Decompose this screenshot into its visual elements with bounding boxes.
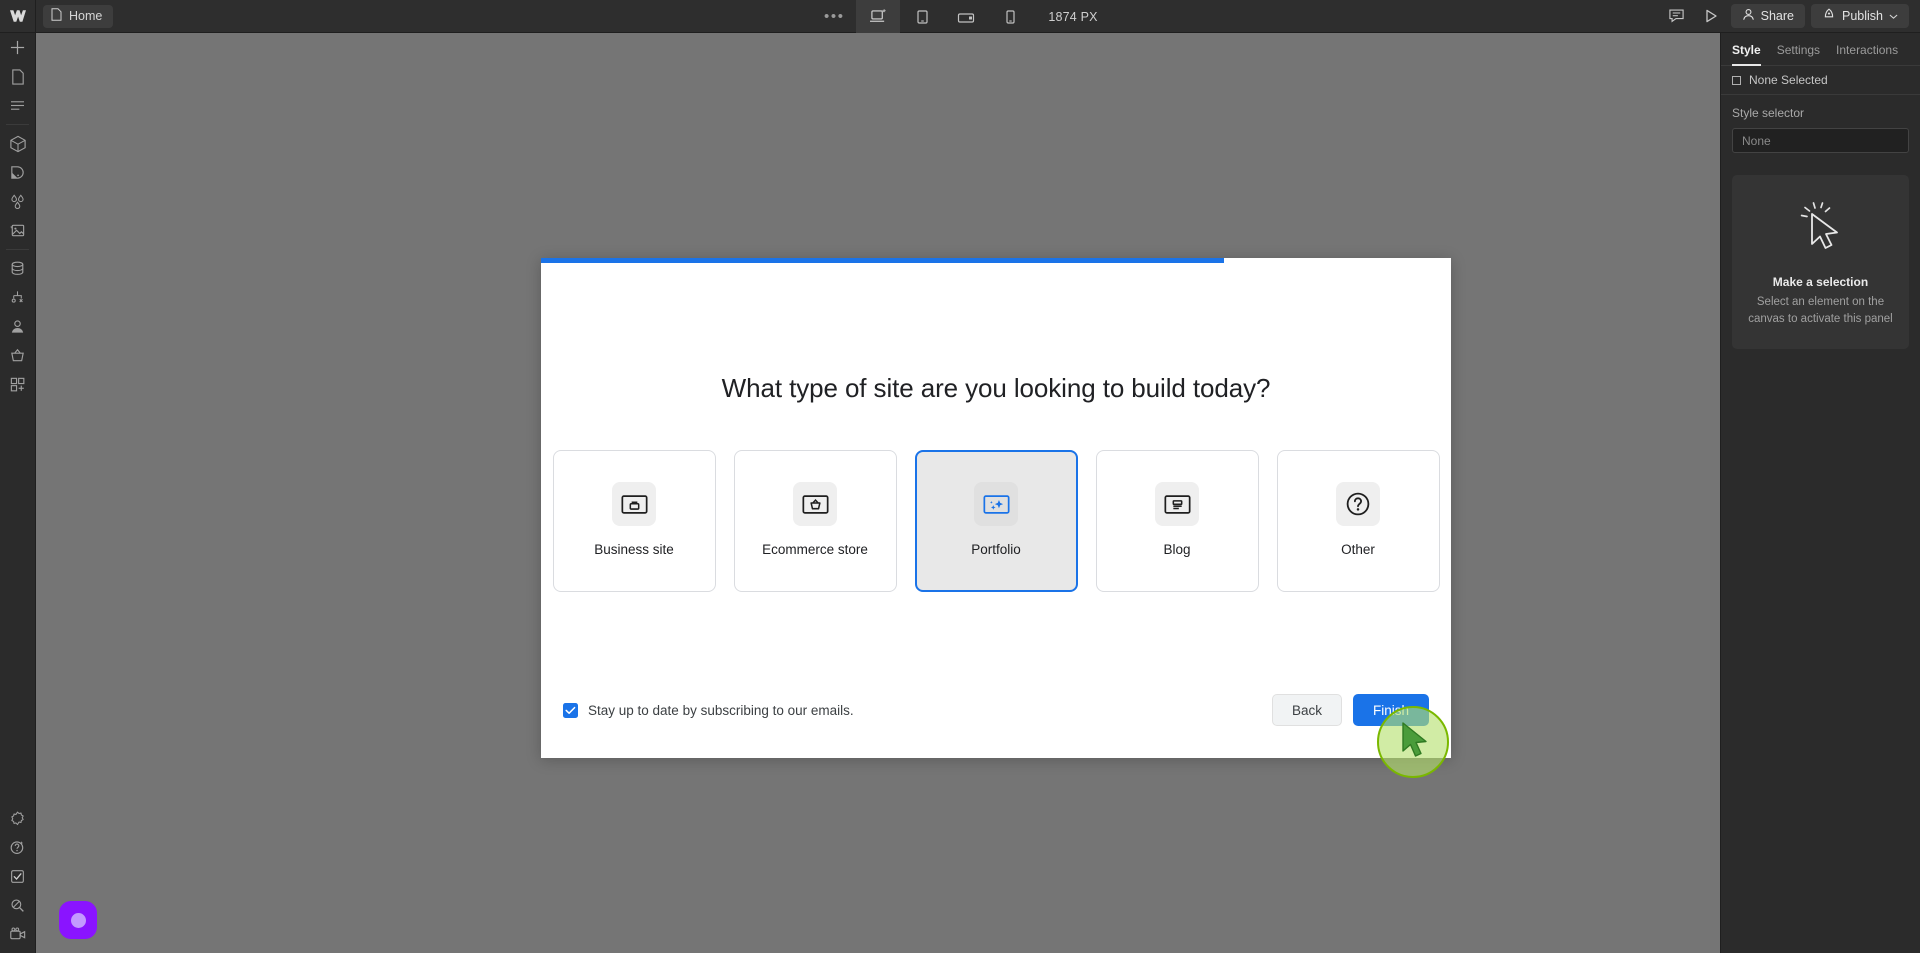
- tab-style[interactable]: Style: [1732, 43, 1761, 66]
- site-type-options: Business site Ecommerce store Portfolio …: [552, 450, 1440, 592]
- chevron-down-icon: [1889, 9, 1898, 23]
- modal-title: What type of site are you looking to bui…: [721, 373, 1271, 403]
- person-icon: [1742, 8, 1755, 24]
- sidebar-item-add-elements[interactable]: [0, 33, 35, 62]
- page-chip-container: Home: [36, 0, 114, 32]
- toolbar-center-group: ••• * 1874 PX: [0, 0, 1920, 33]
- selection-status-label: None Selected: [1749, 73, 1828, 87]
- article-window-icon: [1155, 482, 1199, 526]
- comment-icon[interactable]: [1663, 3, 1691, 29]
- tab-settings[interactable]: Settings: [1777, 43, 1820, 66]
- empty-state-panel: Make a selection Select an element on th…: [1732, 175, 1909, 350]
- modal-actions: Back Finish: [1271, 694, 1429, 726]
- tablet-icon[interactable]: [900, 0, 944, 33]
- style-selector-label: Style selector: [1732, 106, 1805, 120]
- empty-state-subtitle: Select an element on the canvas to activ…: [1748, 296, 1893, 325]
- site-type-modal: What type of site are you looking to bui…: [541, 258, 1451, 758]
- mobile-landscape-icon[interactable]: [944, 0, 988, 33]
- share-label: Share: [1760, 9, 1794, 23]
- page-chip-home[interactable]: Home: [43, 4, 114, 28]
- top-toolbar: Home ••• * 1874 PX Share Publish: [0, 0, 1920, 33]
- selection-status-row: None Selected: [1721, 66, 1920, 95]
- style-selector-input[interactable]: None: [1732, 128, 1909, 153]
- sidebar-item-ecommerce[interactable]: [0, 341, 35, 370]
- assistant-bubble-dot: [70, 912, 86, 928]
- sidebar-bottom-group: [0, 804, 35, 953]
- desktop-breakpoint-icon[interactable]: *: [856, 0, 901, 33]
- sidebar-item-logic[interactable]: [0, 283, 35, 312]
- play-preview-icon[interactable]: [1697, 3, 1725, 29]
- sidebar-item-assets[interactable]: [0, 216, 35, 245]
- sidebar-item-search[interactable]: [0, 891, 35, 920]
- option-card-ecommerce-store[interactable]: Ecommerce store: [733, 450, 897, 592]
- ellipsis-icon[interactable]: •••: [812, 0, 856, 33]
- sidebar-item-cms[interactable]: [0, 254, 35, 283]
- modal-body: What type of site are you looking to bui…: [541, 263, 1451, 662]
- sidebar-item-pages[interactable]: [0, 62, 35, 91]
- right-panel-tabs: Style Settings Interactions: [1721, 33, 1920, 66]
- cursor-click-icon: [1793, 201, 1849, 262]
- option-label: Blog: [1163, 542, 1191, 557]
- webflow-designer: Home ••• * 1874 PX Share Publish What ty…: [0, 0, 1920, 953]
- option-label: Portfolio: [971, 542, 1021, 557]
- tab-interactions[interactable]: Interactions: [1836, 43, 1898, 66]
- option-label: Business site: [594, 542, 674, 557]
- modal-footer: Stay up to date by subscribing to our em…: [541, 662, 1451, 758]
- webflow-logo-icon[interactable]: [0, 0, 36, 32]
- page-icon: [51, 8, 62, 24]
- mobile-portrait-icon[interactable]: [988, 0, 1032, 33]
- option-card-blog[interactable]: Blog: [1095, 450, 1259, 592]
- back-button[interactable]: Back: [1271, 694, 1342, 726]
- briefcase-window-icon: [612, 482, 656, 526]
- finish-button[interactable]: Finish: [1352, 694, 1429, 726]
- svg-text:*: *: [882, 9, 886, 18]
- question-circle-icon: [1336, 482, 1380, 526]
- sidebar-item-video[interactable]: [0, 920, 35, 949]
- option-card-portfolio[interactable]: Portfolio: [914, 450, 1078, 592]
- empty-state-title: Make a selection: [1772, 275, 1869, 289]
- publish-button[interactable]: Publish: [1811, 4, 1909, 28]
- sidebar-item-navigator[interactable]: [0, 91, 35, 120]
- style-selector-section: Style selector None: [1721, 95, 1920, 153]
- assistant-bubble-icon[interactable]: [59, 901, 97, 939]
- rocket-icon: [1822, 8, 1836, 24]
- sidebar-item-settings[interactable]: [0, 804, 35, 833]
- sidebar-item-components[interactable]: [0, 129, 35, 158]
- option-label: Ecommerce store: [762, 542, 868, 557]
- sidebar-item-audit[interactable]: [0, 862, 35, 891]
- publish-label: Publish: [1842, 9, 1883, 23]
- option-card-business-site[interactable]: Business site: [552, 450, 716, 592]
- viewport-size-label: 1874 PX: [1048, 9, 1098, 24]
- basket-window-icon: [793, 482, 837, 526]
- sidebar-item-swatch[interactable]: [0, 158, 35, 187]
- sidebar-divider: [6, 249, 29, 250]
- designer-body: What type of site are you looking to bui…: [0, 33, 1920, 953]
- subscribe-label: Stay up to date by subscribing to our em…: [588, 702, 854, 718]
- sidebar-item-variables[interactable]: [0, 187, 35, 216]
- right-panel: Style Settings Interactions None Selecte…: [1720, 33, 1920, 953]
- option-label: Other: [1341, 542, 1375, 557]
- option-card-other[interactable]: Other: [1276, 450, 1440, 592]
- square-icon: [1732, 75, 1741, 85]
- subscribe-checkbox[interactable]: [563, 702, 578, 718]
- subscribe-row[interactable]: Stay up to date by subscribing to our em…: [563, 702, 854, 718]
- share-button[interactable]: Share: [1730, 4, 1805, 28]
- left-sidebar: [0, 33, 36, 953]
- page-chip-label: Home: [69, 9, 103, 23]
- design-canvas[interactable]: What type of site are you looking to bui…: [36, 33, 1720, 953]
- toolbar-right-group: Share Publish: [1663, 0, 1920, 32]
- sidebar-divider: [6, 124, 29, 125]
- sidebar-item-ai-assist[interactable]: [0, 833, 35, 862]
- sparkle-window-icon: [974, 482, 1018, 526]
- sidebar-item-apps[interactable]: [0, 370, 35, 399]
- sidebar-item-users[interactable]: [0, 312, 35, 341]
